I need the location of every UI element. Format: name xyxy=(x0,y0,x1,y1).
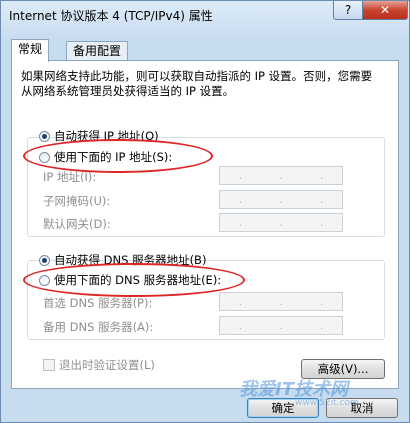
default-gateway-label: 默认网关(D): xyxy=(43,217,111,231)
manual-dns-radio[interactable] xyxy=(39,275,50,286)
validate-on-exit-option: 退出时验证设置(L) xyxy=(43,357,155,373)
auto-dns-label: 自动获得 DNS 服务器地址(B) xyxy=(54,253,207,267)
dialog-window: Internet 协议版本 4 (TCP/IPv4) 属性 ? ✕ 常规 备用配… xyxy=(0,0,410,423)
subnet-mask-label: 子网掩码(U): xyxy=(43,194,111,208)
cancel-button[interactable]: 取消 xyxy=(326,398,398,418)
alternate-dns-input: ... xyxy=(219,316,343,335)
manual-ip-label: 使用下面的 IP 地址(S): xyxy=(54,150,173,164)
window-title: Internet 协议版本 4 (TCP/IPv4) 属性 xyxy=(9,9,213,23)
title-bar[interactable]: Internet 协议版本 4 (TCP/IPv4) 属性 ? ✕ xyxy=(1,1,409,29)
ip-address-input: ... xyxy=(219,166,343,185)
tab-general[interactable]: 常规 xyxy=(11,39,50,62)
manual-dns-label: 使用下面的 DNS 服务器地址(E): xyxy=(54,273,222,287)
auto-ip-option[interactable]: 自动获得 IP 地址(O) xyxy=(39,128,159,144)
help-button[interactable]: ? xyxy=(333,1,363,20)
subnet-mask-input: ... xyxy=(219,190,343,209)
auto-dns-option[interactable]: 自动获得 DNS 服务器地址(B) xyxy=(39,252,206,268)
manual-ip-radio[interactable] xyxy=(39,152,50,163)
validate-on-exit-checkbox xyxy=(43,359,55,371)
manual-ip-option[interactable]: 使用下面的 IP 地址(S): xyxy=(39,149,172,165)
tab-alternate-config[interactable]: 备用配置 xyxy=(66,41,129,60)
description-text: 如果网络支持此功能，则可以获取自动指派的 IP 设置。否则，您需要从网络系统管理… xyxy=(21,69,373,98)
preferred-dns-input: ... xyxy=(219,292,343,311)
ok-button[interactable]: 确定 xyxy=(247,398,319,418)
preferred-dns-label: 首选 DNS 服务器(P): xyxy=(43,296,153,310)
auto-dns-radio[interactable] xyxy=(39,255,50,266)
auto-ip-label: 自动获得 IP 地址(O) xyxy=(54,129,159,143)
advanced-button[interactable]: 高级(V)... xyxy=(301,359,385,379)
default-gateway-input: ... xyxy=(219,213,343,232)
close-button[interactable]: ✕ xyxy=(362,1,408,20)
auto-ip-radio[interactable] xyxy=(39,131,50,142)
validate-on-exit-label: 退出时验证设置(L) xyxy=(59,358,155,372)
manual-dns-option[interactable]: 使用下面的 DNS 服务器地址(E): xyxy=(39,272,221,288)
ip-address-label: IP 地址(I): xyxy=(43,170,97,184)
alternate-dns-label: 备用 DNS 服务器(A): xyxy=(43,320,154,334)
